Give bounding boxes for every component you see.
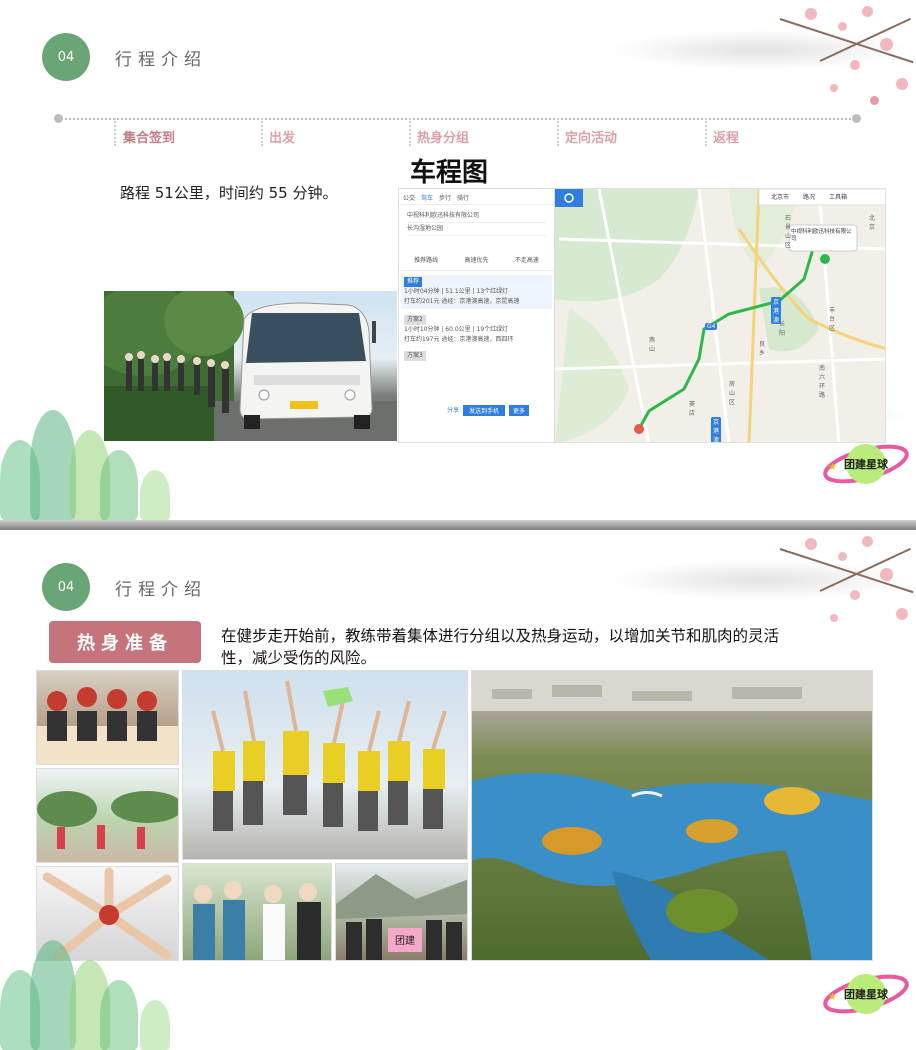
logo-text: 团建星球: [844, 457, 889, 471]
slide-separator: [0, 520, 916, 530]
hands-circle-photo: [36, 866, 179, 961]
map-send-phone-button[interactable]: 发送到手机: [463, 405, 506, 416]
map-place-nanliuhuan: 南六环路: [819, 365, 826, 399]
map-highway-badge: G4: [705, 323, 718, 330]
svg-text:★: ★: [828, 462, 837, 473]
map-tab-drive[interactable]: 驾车: [421, 193, 433, 202]
map-route-tab-recommended[interactable]: 推荐路线: [414, 255, 438, 264]
route-map[interactable]: 公交 驾车 步行 骑行 中视科利欧迅科技有限公司 长沟湿地公园 推荐路线 高速优…: [398, 188, 886, 443]
section-number-badge: 04: [42, 33, 90, 81]
timeline-step-return: 返程: [713, 131, 740, 146]
map-route1-lights: 13个红绿灯: [476, 288, 509, 295]
map-route1-detail: 打车约201元 途经：京港澳高速，京昆高速: [404, 298, 520, 305]
section-title: 行程介绍: [115, 580, 207, 600]
group-chat-photo: [182, 863, 332, 961]
blossom-decoration: [600, 0, 916, 120]
map-highway-badge: 京港澳: [771, 297, 782, 324]
bus-photo: [104, 291, 397, 441]
map-place-beijing: 北京: [869, 215, 876, 231]
map-route2-label: 方案2: [404, 315, 426, 325]
map-place-doudian: 窦店: [689, 401, 696, 417]
timeline-tick: [114, 118, 116, 146]
timeline-line: [58, 118, 858, 120]
group-sign-photo: 团建: [335, 863, 468, 961]
jumping-team-photo: [182, 670, 468, 860]
timeline-dot: [852, 114, 861, 123]
map-route2-time: 1小时10分钟: [404, 326, 440, 333]
map-more-button[interactable]: 更多: [509, 405, 530, 416]
sign-text: 团建: [395, 934, 415, 947]
timeline-dot: [54, 114, 63, 123]
map-tab-walk[interactable]: 步行: [439, 193, 451, 202]
slide-2: 04 行程介绍 热身准备 在健步走开始前，教练带着集体进行分组以及热身运动，以增…: [0, 530, 916, 1050]
timeline-step-checkin: 集合签到: [123, 131, 176, 146]
logo-text: 团建星球: [844, 987, 889, 1001]
route-summary: 路程 51公里，时间约 55 分钟。: [120, 184, 338, 202]
map-toolbox-button[interactable]: 工具箱: [829, 192, 847, 201]
warmup-badge: 热身准备: [49, 621, 201, 663]
map-route2-detail: 打车约197元 途经：京港澳高速，西四环: [404, 336, 514, 343]
map-city-select[interactable]: 北京市: [771, 192, 789, 201]
map-place-shijingshan: 石景山区: [785, 215, 792, 249]
map-route1-time: 1小时04分钟: [404, 288, 440, 295]
map-origin-input[interactable]: 中视科利欧迅科技有限公司: [407, 210, 546, 223]
team-planet-logo: 团建星球 ★: [820, 964, 912, 1024]
map-highway-badge: 京港澳: [711, 417, 722, 443]
timeline-tick: [261, 118, 263, 146]
map-route-tab-highway[interactable]: 高速优先: [464, 255, 488, 264]
map-route3-label: 方案3: [404, 351, 426, 361]
timeline-tick: [557, 118, 559, 146]
map-toolbar: 北京市 路况 工具箱: [771, 192, 847, 201]
map-place-liangxiang: 良乡: [759, 341, 766, 357]
slide-1: 04 行程介绍 集合签到 出发 热身分组 定向活动 返程 车程图 路程 51公里…: [0, 0, 916, 520]
map-place-yanshan: 燕山: [649, 337, 656, 353]
map-place-fangshan: 房山区: [729, 381, 736, 406]
map-share-button[interactable]: 分享: [447, 405, 459, 416]
timeline-step-orienteering: 定向活动: [565, 131, 618, 146]
map-route-panel: 公交 驾车 步行 骑行 中视科利欧迅科技有限公司 长沟湿地公园 推荐路线 高速优…: [399, 189, 555, 442]
warmup-description: 在健步走开始前，教练带着集体进行分组以及热身运动，以增加关节和肌肉的灵活性，减少…: [221, 627, 780, 667]
section-title: 行程介绍: [115, 50, 207, 70]
map-place-fengtai: 丰台区: [829, 307, 836, 332]
map-route2-distance: 60.0公里: [445, 326, 471, 333]
map-route2-lights: 19个红绿灯: [476, 326, 509, 333]
wetland-aerial-photo: [471, 670, 873, 961]
team-game-photo: [36, 768, 179, 863]
map-traffic-button[interactable]: 路况: [803, 192, 815, 201]
timeline-tick: [705, 118, 707, 146]
timeline-step-warmup: 热身分组: [417, 131, 470, 146]
timeline-step-depart: 出发: [269, 131, 296, 146]
team-planet-logo: 团建星球 ★: [820, 434, 912, 494]
map-tab-bus[interactable]: 公交: [403, 193, 415, 202]
map-destination-input[interactable]: 长沟湿地公园: [407, 223, 546, 236]
map-title: 车程图: [410, 158, 489, 188]
map-route-tab-nohighway[interactable]: 不走高速: [515, 255, 539, 264]
timeline-tick: [409, 118, 411, 146]
section-number-badge: 04: [42, 563, 90, 611]
svg-text:★: ★: [828, 992, 837, 1003]
map-route1-label: 推荐: [404, 277, 423, 287]
map-destination-label: 中视科利欧迅科技有限公司: [791, 229, 852, 242]
team-huddle-photo: [36, 670, 179, 765]
map-route1-distance: 51.1公里: [445, 288, 471, 295]
map-tab-bike[interactable]: 骑行: [457, 193, 469, 202]
